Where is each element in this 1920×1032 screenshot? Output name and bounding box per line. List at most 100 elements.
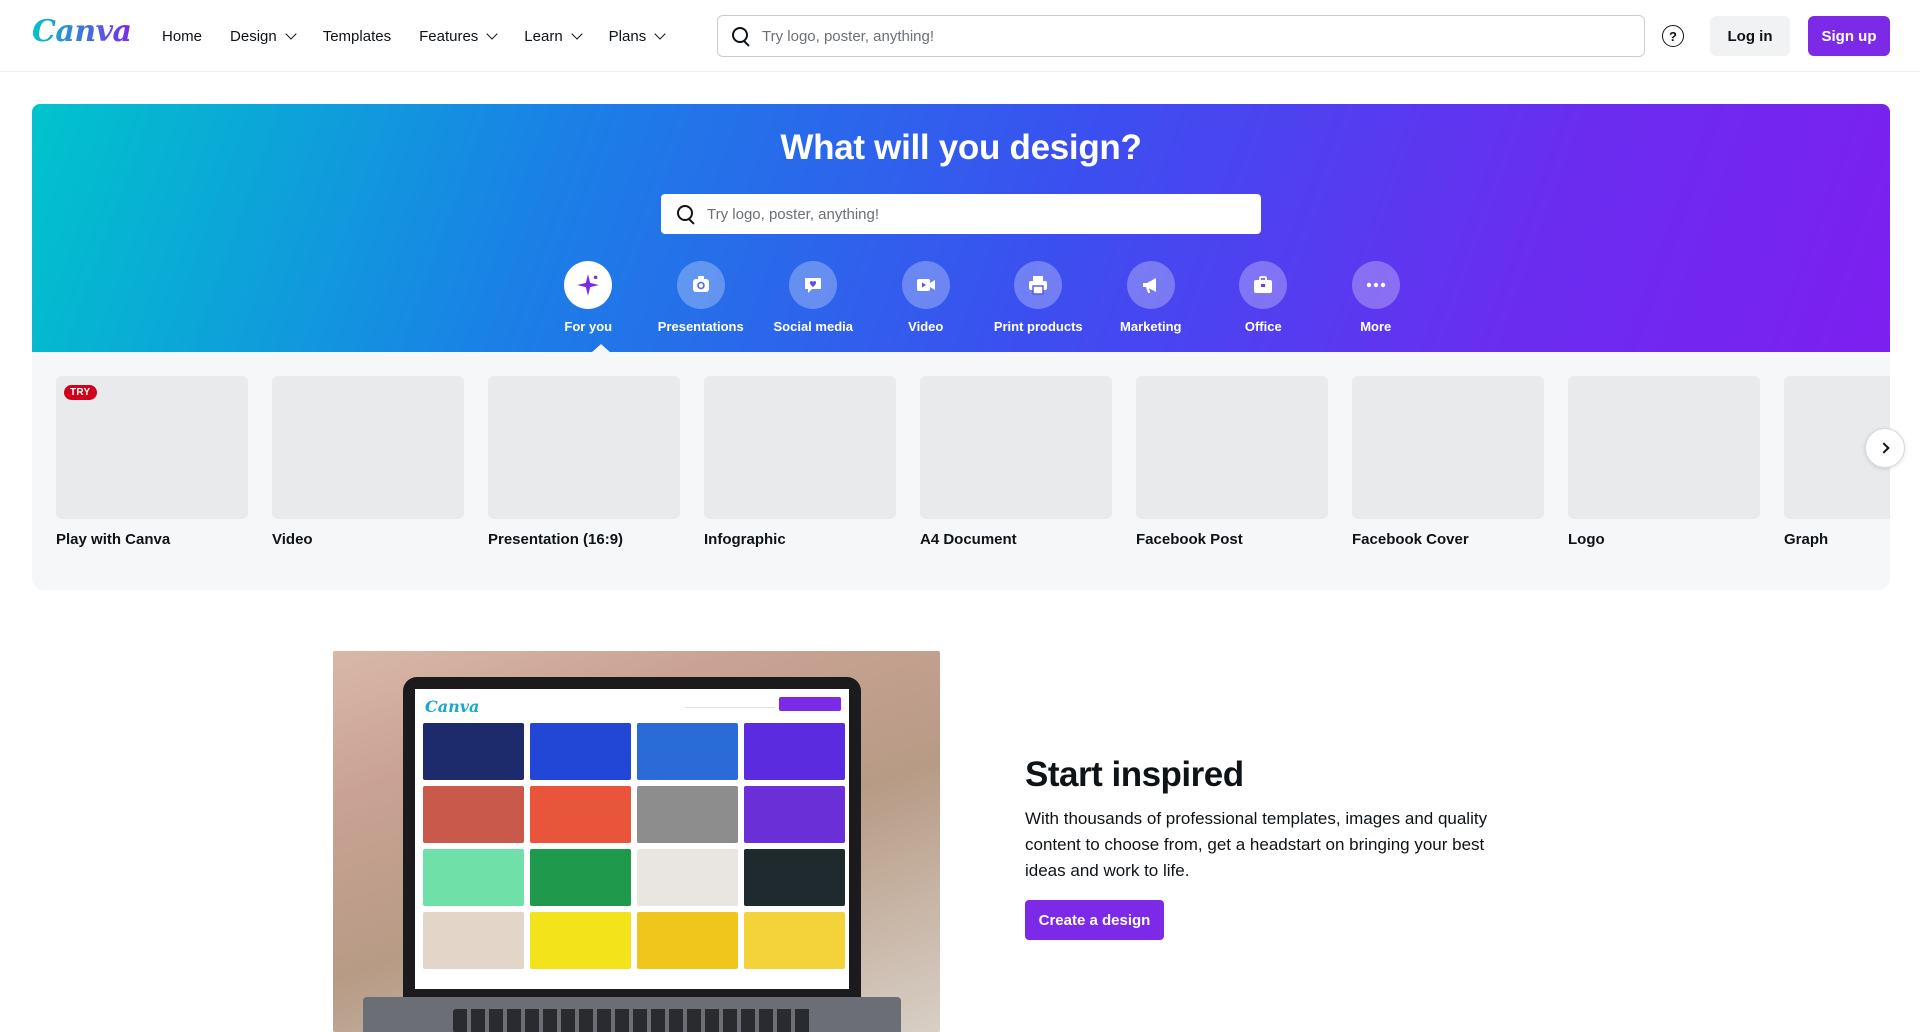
nav-templates[interactable]: Templates	[309, 20, 405, 53]
category-label: More	[1360, 319, 1392, 334]
category-for-you[interactable]: For you	[532, 261, 645, 334]
template-thumb	[744, 723, 845, 780]
category-label: Marketing	[1120, 319, 1182, 334]
nav-features-label: Features	[419, 27, 479, 45]
tile-label: Presentation (16:9)	[488, 531, 624, 548]
design-type-carousel: TRY Play with Canva Video Presentation (…	[32, 352, 1890, 590]
tile-label: A4 Document	[920, 531, 1017, 548]
template-thumb	[637, 849, 738, 906]
template-thumb	[637, 912, 738, 969]
nav-design[interactable]: Design	[216, 20, 309, 53]
nav-plans-label: Plans	[608, 27, 647, 45]
tile-thumbnail	[488, 376, 680, 519]
template-thumb	[744, 786, 845, 843]
main-nav: Home Design Templates Features Learn Pla…	[148, 0, 678, 72]
hero-search-input[interactable]	[707, 205, 1261, 223]
tile-thumbnail	[704, 376, 896, 519]
nav-learn-label: Learn	[524, 27, 563, 45]
category-label: Social media	[773, 319, 853, 334]
category-label: Presentations	[657, 319, 744, 334]
laptop-keyboard	[453, 1009, 813, 1032]
tile-thumbnail	[1352, 376, 1544, 519]
tile-label: Infographic	[704, 531, 786, 548]
category-office[interactable]: Office	[1207, 261, 1320, 334]
nav-home[interactable]: Home	[148, 20, 216, 53]
tile-thumbnail	[272, 376, 464, 519]
template-thumb	[423, 849, 524, 906]
tile-label: Facebook Post	[1136, 531, 1243, 548]
header-search-input[interactable]	[762, 27, 1644, 45]
category-social-media[interactable]: Social media	[757, 261, 870, 334]
hero-search-bar[interactable]	[661, 194, 1261, 234]
tile-thumbnail	[920, 376, 1112, 519]
template-thumb	[637, 723, 738, 780]
category-more[interactable]: More	[1320, 261, 1433, 334]
category-print-products[interactable]: Print products	[982, 261, 1095, 334]
nav-learn[interactable]: Learn	[510, 20, 594, 53]
hero-banner: What will you design? For you Presentati…	[32, 104, 1890, 353]
chevron-down-icon	[285, 28, 297, 40]
category-video[interactable]: Video	[870, 261, 983, 334]
screen-create-button	[779, 697, 841, 711]
category-label: Video	[908, 319, 944, 334]
category-bar: For you Presentations Social media Video…	[532, 261, 1432, 334]
printer-icon	[1014, 261, 1063, 309]
header-search-bar[interactable]	[717, 15, 1645, 57]
create-design-button[interactable]: Create a design	[1025, 900, 1164, 940]
help-icon[interactable]: ?	[1662, 25, 1684, 47]
carousel-next-button[interactable]	[1865, 428, 1905, 468]
template-thumb	[423, 912, 524, 969]
login-button[interactable]: Log in	[1710, 16, 1790, 56]
section-title: Start inspired	[1025, 755, 1244, 794]
nav-plans[interactable]: Plans	[595, 20, 679, 53]
screen-canva-logo: Canva	[425, 697, 480, 716]
signup-button[interactable]: Sign up	[1808, 16, 1890, 56]
tile-label: Video	[272, 531, 313, 548]
template-thumb	[744, 912, 845, 969]
chevron-right-icon	[1877, 442, 1890, 454]
nav-home-label: Home	[162, 27, 203, 45]
category-label: Print products	[993, 319, 1083, 334]
megaphone-icon	[1126, 261, 1175, 309]
laptop-photo: Canva	[333, 651, 940, 1032]
canva-logo[interactable]: Canva	[32, 14, 132, 49]
template-thumb	[423, 723, 524, 780]
tile-play-with-canva[interactable]: TRY Play with Canva	[56, 376, 248, 548]
template-thumb	[530, 849, 631, 906]
category-label: Office	[1244, 319, 1282, 334]
screen-template-grid	[423, 723, 845, 969]
heart-chat-icon	[789, 261, 838, 309]
chevron-down-icon	[571, 28, 583, 40]
more-dots-icon	[1351, 261, 1400, 309]
tile-facebook-post[interactable]: Facebook Post	[1136, 376, 1328, 548]
category-marketing[interactable]: Marketing	[1095, 261, 1208, 334]
tile-thumbnail	[1136, 376, 1328, 519]
try-badge: TRY	[64, 385, 97, 400]
tile-presentation[interactable]: Presentation (16:9)	[488, 376, 680, 548]
template-thumb	[530, 723, 631, 780]
tile-thumbnail: TRY	[56, 376, 248, 519]
tile-label: Play with Canva	[56, 531, 171, 548]
template-thumb	[530, 786, 631, 843]
tile-facebook-cover[interactable]: Facebook Cover	[1352, 376, 1544, 548]
tile-label: Facebook Cover	[1352, 531, 1469, 548]
chevron-down-icon	[486, 28, 498, 40]
tile-video[interactable]: Video	[272, 376, 464, 548]
presentation-icon	[676, 261, 725, 309]
search-icon	[677, 205, 695, 223]
screen-search-bar	[685, 698, 775, 708]
tile-logo[interactable]: Logo	[1568, 376, 1760, 548]
tile-label: Logo	[1568, 531, 1605, 548]
nav-templates-label: Templates	[322, 27, 392, 45]
template-thumb	[423, 786, 524, 843]
tile-infographic[interactable]: Infographic	[704, 376, 896, 548]
category-label: For you	[564, 319, 613, 334]
tile-a4-document[interactable]: A4 Document	[920, 376, 1112, 548]
laptop-screen: Canva	[415, 689, 849, 989]
template-thumb	[637, 786, 738, 843]
nav-design-label: Design	[230, 27, 277, 45]
tile-thumbnail	[1568, 376, 1760, 519]
template-thumb	[530, 912, 631, 969]
category-presentations[interactable]: Presentations	[645, 261, 758, 334]
nav-features[interactable]: Features	[405, 20, 510, 53]
